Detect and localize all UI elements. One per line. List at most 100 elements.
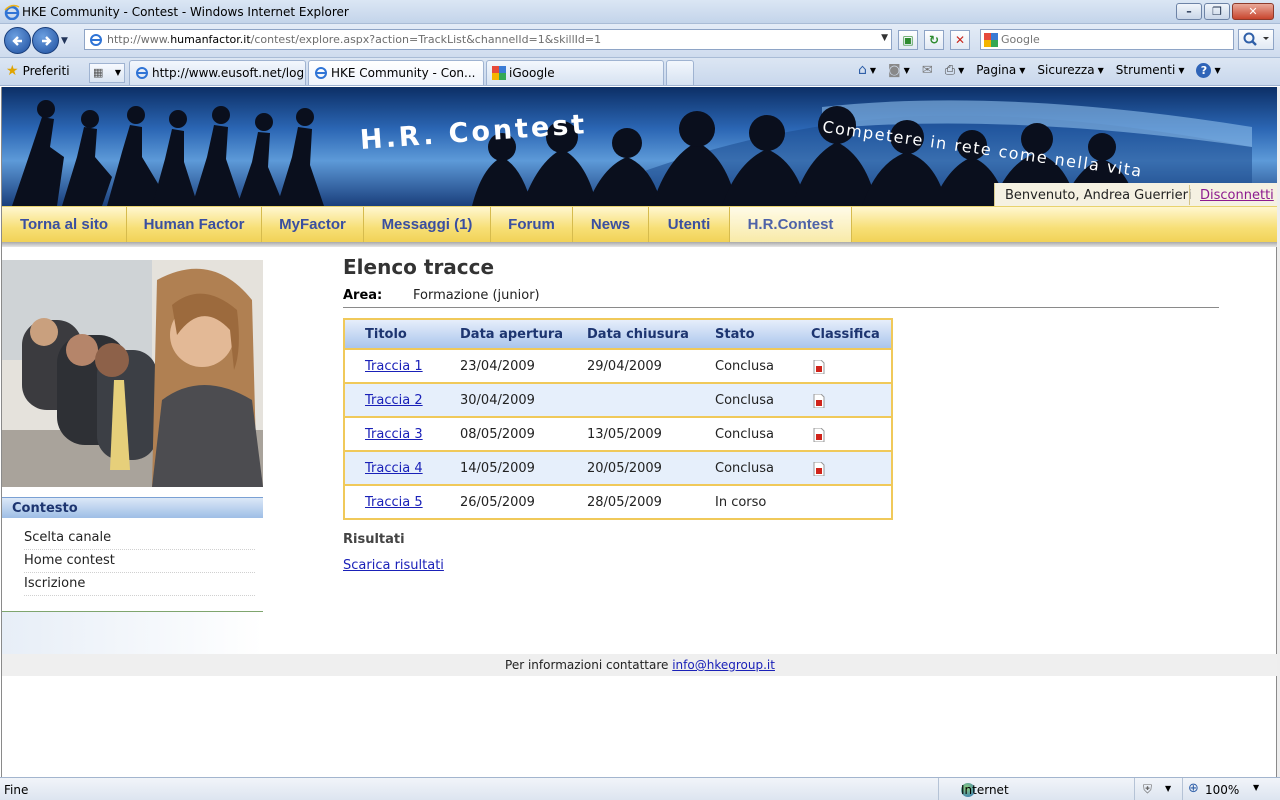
pdf-ranking-icon[interactable] (813, 360, 825, 374)
open-date: 14/05/2009 (460, 461, 535, 476)
home-button[interactable]: ⌂ ▼ (858, 62, 876, 78)
tools-dropdown-icon: ▼ (1178, 65, 1185, 75)
track-link[interactable]: Traccia 4 (365, 461, 423, 476)
protected-mode-button[interactable]: ⛨ ▼ (1134, 778, 1182, 800)
stop-icon: ✕ (954, 33, 966, 47)
track-link[interactable]: Traccia 2 (365, 393, 423, 408)
menu-item-hr-contest[interactable]: H.R.Contest (730, 207, 852, 243)
sidebar-item-scelta-canale[interactable]: Scelta canale (24, 527, 255, 550)
tracks-table: Titolo Data apertura Data chiusura Stato… (343, 318, 893, 520)
tools-menu[interactable]: Strumenti ▼ (1116, 63, 1185, 77)
track-status: In corso (715, 495, 767, 510)
column-header-stato: Stato (715, 327, 755, 342)
forward-button[interactable] (32, 27, 59, 54)
help-dropdown-icon[interactable]: ▼ (1214, 66, 1220, 75)
address-bar[interactable]: http://www.humanfactor.it/contest/explor… (84, 29, 892, 50)
favorites-button[interactable]: ★ Preferiti (6, 63, 70, 79)
new-tab-button[interactable] (666, 60, 694, 85)
home-dropdown-icon[interactable]: ▼ (870, 66, 876, 75)
open-date: 26/05/2009 (460, 495, 535, 510)
close-window-button[interactable]: ✕ (1232, 3, 1274, 20)
google-icon (492, 66, 506, 80)
pdf-ranking-icon[interactable] (813, 428, 825, 442)
minimize-button[interactable]: – (1176, 3, 1202, 20)
printer-icon: ⎙ (944, 62, 956, 78)
search-box (980, 29, 1234, 50)
compatibility-view-button[interactable]: ▣ (898, 30, 918, 50)
protected-mode-dropdown-icon: ▼ (1165, 784, 1172, 793)
print-dropdown-icon[interactable]: ▼ (958, 66, 964, 75)
menu-item-forum[interactable]: Forum (491, 207, 573, 243)
menu-item-human-factor[interactable]: Human Factor (127, 207, 262, 243)
star-icon: ★ (6, 63, 19, 79)
column-header-classifica: Classifica (811, 327, 880, 342)
sidebar-heading: Contesto (2, 497, 263, 518)
table-row: Traccia 4 14/05/2009 20/05/2009 Conclusa (345, 452, 891, 486)
pdf-ranking-icon[interactable] (813, 462, 825, 476)
track-status: Conclusa (715, 461, 775, 476)
restore-button[interactable]: ❐ (1204, 3, 1230, 20)
security-zone[interactable]: Internet (938, 778, 1134, 800)
tab-bar: ★ Preferiti ▦ ▼ http://www.eusoft.net/lo… (0, 58, 1280, 86)
search-input[interactable] (1001, 32, 1227, 47)
page-icon (90, 34, 102, 46)
tab-hke-contest[interactable]: HKE Community - Con... (308, 60, 484, 85)
contact-email-link[interactable]: info@hkegroup.it (672, 658, 775, 672)
feeds-dropdown-icon[interactable]: ▼ (904, 66, 910, 75)
zoom-icon: ⊕ (1188, 781, 1199, 796)
download-results-link[interactable]: Scarica risultati (343, 558, 444, 573)
help-button[interactable]: ? ▼ (1196, 62, 1221, 78)
zoom-button[interactable]: ⊕ 100% ▼ (1182, 778, 1274, 800)
stop-button[interactable]: ✕ (950, 30, 970, 50)
logout-link[interactable]: Disconnetti (1200, 188, 1274, 203)
menu-item-torna-al-sito[interactable]: Torna al sito (2, 207, 127, 243)
compatibility-icon: ▣ (902, 33, 914, 47)
close-date: 29/04/2009 (587, 359, 662, 374)
welcome-box: Benvenuto, Andrea Guerrieri Disconnetti (994, 183, 1278, 206)
close-date: 20/05/2009 (587, 461, 662, 476)
track-link[interactable]: Traccia 1 (365, 359, 423, 374)
address-dropdown-icon[interactable]: ▼ (881, 33, 888, 43)
home-icon: ⌂ (858, 62, 867, 78)
column-header-data-chiusura: Data chiusura (587, 327, 689, 342)
mail-icon: ✉ (921, 62, 933, 78)
menu-item-news[interactable]: News (573, 207, 649, 243)
sidebar-menu: Scelta canale Home contest Iscrizione (2, 527, 263, 596)
print-button[interactable]: ⎙ ▼ (945, 63, 965, 78)
grid-icon: ▦ (93, 66, 104, 79)
pdf-ranking-icon[interactable] (813, 394, 825, 408)
tab-igoogle[interactable]: iGoogle (486, 60, 664, 85)
ie-logo-icon (4, 4, 20, 20)
status-text: Fine (4, 783, 29, 797)
table-header: Titolo Data apertura Data chiusura Stato… (345, 320, 891, 350)
track-link[interactable]: Traccia 5 (365, 495, 423, 510)
magnifier-icon (1243, 32, 1269, 46)
table-row: Traccia 5 26/05/2009 28/05/2009 In corso (345, 486, 891, 518)
menu-item-messaggi[interactable]: Messaggi (1) (364, 207, 491, 243)
security-menu[interactable]: Sicurezza ▼ (1037, 63, 1103, 77)
feeds-button[interactable]: ◙ ▼ (888, 63, 910, 78)
menu-item-utenti[interactable]: Utenti (649, 207, 730, 243)
window-titlebar: HKE Community - Contest - Windows Intern… (0, 0, 1280, 24)
quick-tabs-dropdown-icon[interactable]: ▼ (115, 68, 121, 77)
history-dropdown-icon[interactable]: ▼ (61, 36, 68, 46)
area-row: Area: Formazione (junior) (343, 288, 1219, 308)
search-button[interactable] (1238, 29, 1274, 50)
back-button[interactable] (4, 27, 31, 54)
track-status: Conclusa (715, 427, 775, 442)
forward-arrow-icon (42, 36, 52, 46)
web-page: H.R. Contest Competere in rete come nell… (1, 87, 1278, 777)
sidebar-item-home-contest[interactable]: Home contest (24, 550, 255, 573)
mail-button[interactable]: ✉ (922, 63, 933, 78)
window-title: HKE Community - Contest - Windows Intern… (22, 5, 349, 19)
track-link[interactable]: Traccia 3 (365, 427, 423, 442)
quick-tabs-button[interactable]: ▦ ▼ (89, 63, 125, 83)
footer-text: Per informazioni contattare (505, 658, 669, 672)
tab-eusoft[interactable]: http://www.eusoft.net/log... (129, 60, 306, 85)
menu-item-myfactor[interactable]: MyFactor (262, 207, 364, 243)
welcome-text: Benvenuto, Andrea Guerrieri (1005, 188, 1192, 203)
refresh-button[interactable]: ↻ (924, 30, 944, 50)
page-menu[interactable]: Pagina ▼ (976, 63, 1025, 77)
page-dropdown-icon: ▼ (1019, 65, 1026, 75)
sidebar-item-iscrizione[interactable]: Iscrizione (24, 573, 255, 596)
